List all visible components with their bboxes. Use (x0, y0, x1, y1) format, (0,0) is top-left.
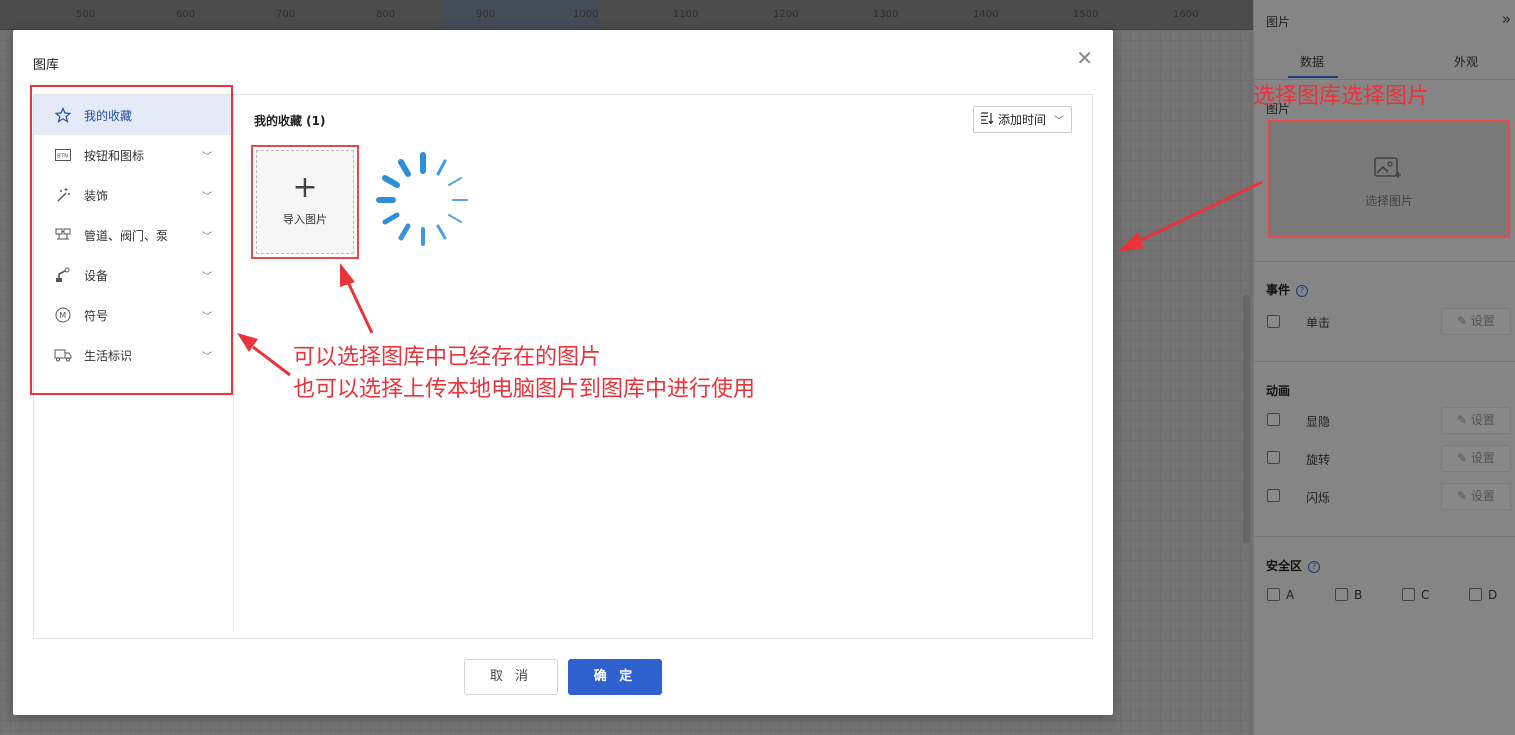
annotation-arrows (237, 180, 1263, 377)
annotation-choose-gallery: 选择图库选择图片 (1253, 84, 1430, 109)
annotation-upload-images: 也可以选择上传本地电脑图片到图库中进行使用 (293, 377, 756, 402)
annotation-existing-images: 可以选择图库中已经存在的图片 (293, 345, 602, 370)
